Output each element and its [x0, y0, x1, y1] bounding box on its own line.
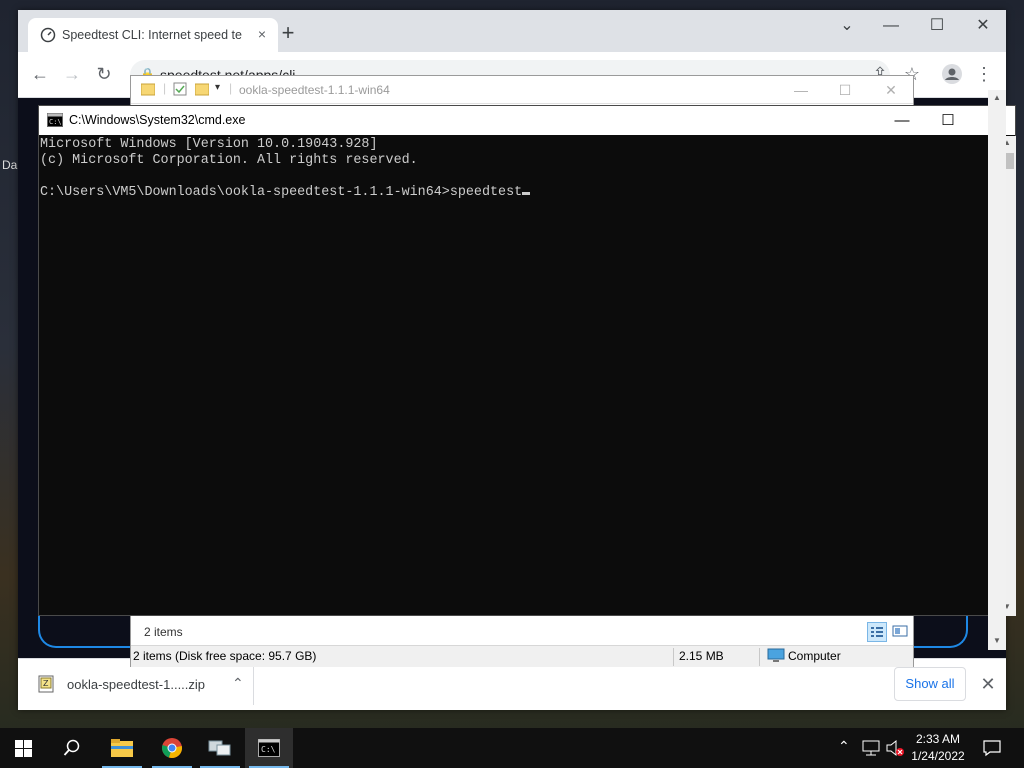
- cmd-title-bar[interactable]: C:\ C:\Windows\System32\cmd.exe — ☐ ✕: [39, 106, 1015, 135]
- maximize-icon[interactable]: ☐: [925, 106, 971, 135]
- text-cursor: [522, 192, 531, 195]
- console-line: Microsoft Windows [Version 10.0.19043.92…: [40, 137, 378, 152]
- separator-icon: |: [163, 81, 167, 95]
- status-divider: [673, 648, 674, 666]
- taskbar-chrome[interactable]: [148, 728, 196, 768]
- status-divider: [759, 648, 760, 666]
- page-scrollbar[interactable]: ▲ ▼: [988, 90, 1006, 650]
- file-explorer-icon: [111, 739, 133, 757]
- minimize-icon[interactable]: —: [879, 106, 925, 135]
- network-computers-icon: [208, 740, 231, 756]
- start-button[interactable]: [0, 728, 48, 768]
- cmd-window: C:\ C:\Windows\System32\cmd.exe — ☐ ✕ Mi…: [38, 105, 1016, 616]
- desktop-icon-label: Da: [2, 158, 18, 172]
- chrome-tab-strip: Speedtest CLI: Internet speed tes × + ⌄ …: [18, 10, 1006, 52]
- properties-icon[interactable]: [173, 82, 187, 96]
- explorer-details-bar: 2 items (Disk free space: 95.7 GB) 2.15 …: [131, 645, 913, 667]
- taskbar-cmd[interactable]: C:\: [245, 728, 293, 768]
- console-command: C:\Users\VM5\Downloads\ookla-speedtest-1…: [40, 185, 523, 200]
- svg-text:C:\: C:\: [49, 118, 62, 126]
- taskbar-file-explorer[interactable]: [98, 728, 146, 768]
- location-text: Computer: [788, 649, 841, 663]
- tab-search-icon[interactable]: ⌄: [824, 10, 870, 42]
- chrome-icon: [162, 738, 182, 758]
- cmd-app-icon: C:\: [47, 113, 63, 127]
- console-output[interactable]: Microsoft Windows [Version 10.0.19043.92…: [39, 136, 997, 616]
- minimize-icon[interactable]: —: [868, 10, 914, 42]
- items-count: 2 items: [144, 625, 183, 639]
- profile-avatar-icon[interactable]: [940, 62, 964, 86]
- clock-time: 2:33 AM: [915, 732, 961, 746]
- windows-logo-icon: [15, 740, 32, 757]
- show-all-button[interactable]: Show all: [894, 667, 966, 701]
- tab-title: Speedtest CLI: Internet speed tes: [62, 28, 242, 42]
- svg-text:C:\: C:\: [261, 745, 276, 754]
- speedometer-icon: [40, 27, 56, 43]
- taskbar: C:\ ⌃ 2:33 AM 1/24/2022: [0, 728, 1024, 768]
- network-icon[interactable]: [862, 740, 880, 756]
- cmd-icon: C:\: [258, 739, 280, 757]
- minimize-icon[interactable]: —: [779, 78, 823, 102]
- console-prompt-line[interactable]: C:\Users\VM5\Downloads\ookla-speedtest-1…: [40, 185, 997, 201]
- close-icon[interactable]: ✕: [960, 10, 1006, 42]
- download-filename: ookla-speedtest-1.....zip: [67, 677, 206, 692]
- download-shelf-close-icon[interactable]: ✕: [976, 672, 1000, 696]
- large-icons-view-icon[interactable]: [891, 622, 911, 642]
- maximize-icon[interactable]: ☐: [823, 78, 867, 102]
- close-icon[interactable]: ✕: [869, 78, 913, 102]
- scroll-down-icon[interactable]: ▼: [993, 636, 1001, 645]
- new-folder-icon[interactable]: [195, 82, 209, 96]
- cmd-title: C:\Windows\System32\cmd.exe: [69, 113, 246, 127]
- maximize-icon[interactable]: ☐: [914, 10, 960, 42]
- tab-speedtest-cli[interactable]: Speedtest CLI: Internet speed tes ×: [28, 18, 278, 52]
- computer-icon: [767, 648, 785, 662]
- scroll-up-icon[interactable]: ▲: [993, 93, 1001, 102]
- reload-icon[interactable]: ↻: [92, 62, 116, 86]
- console-line: (c) Microsoft Corporation. All rights re…: [40, 153, 418, 168]
- separator-icon: |: [229, 81, 233, 95]
- search-button[interactable]: [48, 728, 96, 768]
- chrome-menu-icon[interactable]: ⋮: [972, 62, 996, 86]
- back-arrow-icon[interactable]: ←: [28, 62, 52, 86]
- system-clock[interactable]: 2:33 AM 1/24/2022: [900, 731, 976, 765]
- explorer-status-bar: 2 items: [131, 619, 913, 645]
- details-view-icon[interactable]: [867, 622, 887, 642]
- forward-arrow-icon[interactable]: →: [60, 62, 84, 86]
- taskbar-network-app[interactable]: [196, 728, 244, 768]
- explorer-title-bar[interactable]: | ▾ | ookla-speedtest-1.1.1-win64 — ☐ ✕: [131, 76, 913, 104]
- search-icon: [63, 739, 80, 756]
- new-tab-button[interactable]: +: [276, 22, 300, 46]
- chevron-up-icon[interactable]: ⌃: [838, 738, 850, 755]
- svg-text:Z: Z: [43, 679, 49, 688]
- disk-free-space-text: 2 items (Disk free space: 95.7 GB): [133, 649, 317, 663]
- selection-size-text: 2.15 MB: [679, 649, 724, 663]
- explorer-title: ookla-speedtest-1.1.1-win64: [239, 83, 390, 97]
- clock-date: 1/24/2022: [911, 749, 965, 763]
- notification-icon[interactable]: [983, 739, 1001, 757]
- chevron-up-icon[interactable]: ⌃: [232, 675, 244, 692]
- download-item[interactable]: Z ookla-speedtest-1.....zip ⌃: [28, 665, 254, 705]
- tab-close-icon[interactable]: ×: [254, 26, 270, 42]
- quick-access-dropdown-icon[interactable]: ▾: [215, 82, 220, 93]
- folder-icon: [141, 83, 155, 96]
- zip-file-icon: Z: [38, 675, 54, 693]
